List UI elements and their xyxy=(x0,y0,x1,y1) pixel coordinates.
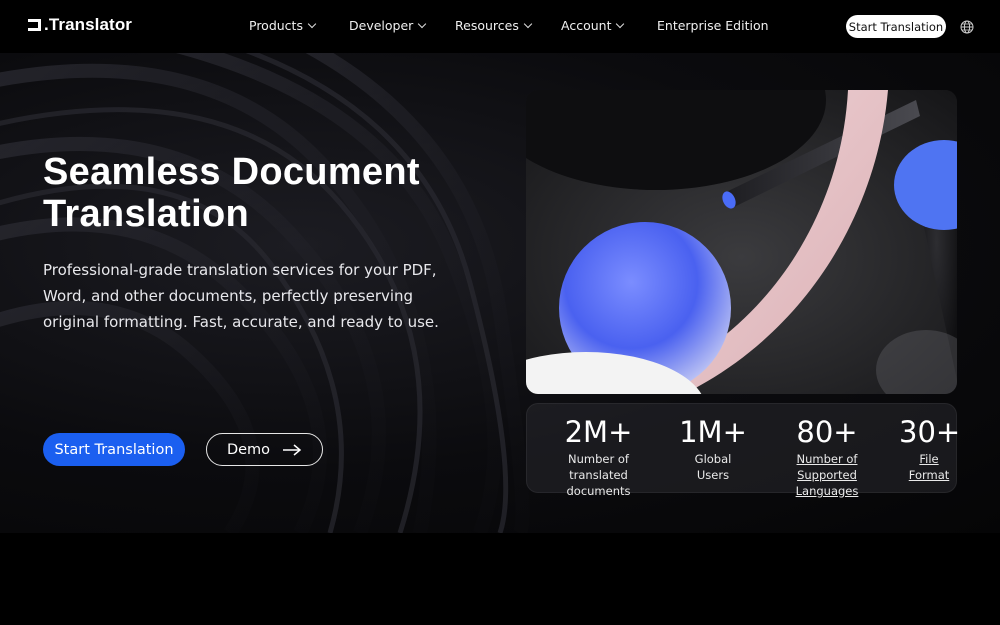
stat-label: Global Users xyxy=(694,452,732,482)
stat-global-users: 1M+ Global Users xyxy=(677,414,749,483)
hero-start-translation-button[interactable]: Start Translation xyxy=(43,433,185,466)
page-bottom-area xyxy=(0,533,1000,625)
hero-title-line1: Seamless Document xyxy=(43,151,420,193)
stat-translated-documents: 2M+ Number of translated documents xyxy=(541,414,656,499)
chevron-down-icon xyxy=(418,19,427,29)
demo-button-label: Demo xyxy=(226,441,271,458)
chevron-down-icon xyxy=(307,19,317,29)
logo[interactable]: .Translator xyxy=(28,15,132,35)
nav-products-label: Products xyxy=(249,18,303,33)
nav-developer[interactable]: Developer xyxy=(349,18,427,33)
top-navbar: .Translator Products Developer Resources… xyxy=(0,0,1000,53)
arrow-right-icon xyxy=(283,443,302,456)
logo-mark-icon xyxy=(28,19,41,31)
stat-supported-languages[interactable]: 80+ Number of Supported Languages xyxy=(767,414,887,499)
hero-illustration xyxy=(526,90,957,394)
globe-icon[interactable] xyxy=(960,20,974,34)
hero-subtitle: Professional-grade translation services … xyxy=(43,261,439,331)
nav-account[interactable]: Account xyxy=(561,18,625,33)
nav-products[interactable]: Products xyxy=(249,18,317,33)
stat-file-format[interactable]: 30+ File Format xyxy=(899,414,961,483)
stat-label: Number of translated documents xyxy=(566,452,631,498)
chevron-down-icon xyxy=(616,19,625,29)
stat-value: 80+ xyxy=(796,415,858,449)
nav-enterprise-label: Enterprise Edition xyxy=(657,18,769,33)
stat-value: 1M+ xyxy=(679,415,747,449)
nav-start-translation-button[interactable]: Start Translation xyxy=(846,15,946,38)
chevron-down-icon xyxy=(523,19,533,29)
stat-value: 2M+ xyxy=(564,415,633,449)
logo-text: .Translator xyxy=(44,15,133,34)
stat-label-link[interactable]: File Format xyxy=(899,451,959,483)
nav-resources[interactable]: Resources xyxy=(455,18,533,33)
nav-enterprise-edition[interactable]: Enterprise Edition xyxy=(657,18,769,33)
hero-title: Seamless Document Translation xyxy=(43,151,463,235)
stat-value: 30+ xyxy=(899,415,961,449)
nav-account-label: Account xyxy=(561,18,612,33)
nav-resources-label: Resources xyxy=(455,18,519,33)
stats-panel: 2M+ Number of translated documents 1M+ G… xyxy=(526,403,961,498)
hero-demo-button[interactable]: Demo xyxy=(206,433,323,466)
hero-section: Seamless Document Translation Profession… xyxy=(0,53,1000,533)
hero-title-line2: Translation xyxy=(43,193,250,235)
nav-developer-label: Developer xyxy=(349,18,414,33)
stat-label-link[interactable]: Number of Supported Languages xyxy=(767,451,887,499)
